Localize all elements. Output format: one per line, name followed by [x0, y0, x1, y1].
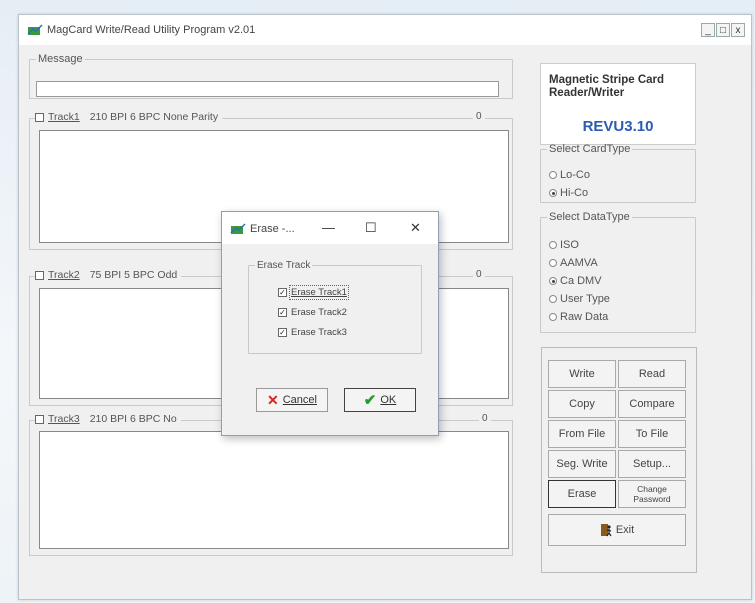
radio-user-type[interactable]: User Type — [549, 293, 610, 305]
track1-label: Track1 — [48, 111, 80, 123]
version-label: REVU3.10 — [582, 118, 654, 135]
dialog-title: Erase -... — [250, 223, 295, 235]
track3-data-area[interactable] — [39, 431, 509, 549]
title-bar: MagCard Write/Read Utility Program v2.01… — [19, 15, 751, 45]
radio-aamva[interactable]: AAMVA — [549, 257, 598, 269]
track1-header: Track1 210 BPI 6 BPC None Parity — [35, 111, 223, 123]
ok-check-icon: ✔ — [363, 392, 377, 409]
radio-iso[interactable]: ISO — [549, 239, 579, 251]
erase-track1-label: Erase Track1 — [289, 285, 349, 300]
track2-checkbox[interactable] — [35, 270, 44, 280]
track3-header: Track3 210 BPI 6 BPC No — [35, 413, 181, 425]
radio-label: Lo-Co — [560, 169, 590, 181]
erase-track3-label: Erase Track3 — [291, 327, 347, 338]
card-type-legend: Select CardType — [549, 143, 631, 155]
track2-count: 0 — [473, 269, 485, 280]
data-type-legend: Select DataType — [549, 211, 630, 223]
checkmark-icon: ✓ — [278, 308, 287, 317]
exit-button[interactable]: Exit — [548, 514, 686, 546]
erase-track2-label: Erase Track2 — [291, 307, 347, 318]
exit-icon — [600, 524, 612, 537]
cancel-label: Cancel — [282, 394, 317, 406]
change-password-line1: Change — [637, 484, 667, 494]
data-type-group: Select DataType ISO AAMVA Ca DMV User Ty… — [540, 211, 696, 333]
radio-indicator — [549, 259, 557, 267]
erase-button[interactable]: Erase — [548, 480, 616, 508]
radio-indicator — [549, 171, 557, 179]
track2-header: Track2 75 BPI 5 BPC Odd — [35, 269, 182, 281]
radio-hi-co[interactable]: Hi-Co — [549, 187, 588, 199]
dialog-close-button[interactable]: ✕ — [410, 220, 421, 236]
track2-spec: 75 BPI 5 BPC Odd — [89, 269, 178, 281]
checkmark-icon: ✓ — [278, 288, 287, 297]
maximize-button[interactable]: □ — [716, 23, 730, 37]
radio-label: Ca DMV — [560, 275, 602, 287]
change-password-line2: Password — [633, 494, 671, 504]
track3-count: 0 — [479, 413, 491, 424]
radio-ca-dmv[interactable]: Ca DMV — [549, 275, 602, 287]
radio-indicator — [549, 313, 557, 321]
brand-title-line1: Magnetic Stripe Card — [549, 74, 665, 86]
radio-raw-data[interactable]: Raw Data — [549, 311, 608, 323]
ok-label: OK — [380, 394, 397, 406]
dialog-minimize-button[interactable]: — — [322, 220, 335, 235]
card-type-group: Select CardType Lo-Co Hi-Co — [540, 143, 696, 203]
cancel-x-icon: ✕ — [267, 391, 279, 408]
dialog-maximize-button[interactable]: ☐ — [365, 220, 377, 236]
radio-indicator — [549, 277, 557, 285]
cancel-button[interactable]: ✕ Cancel — [256, 388, 328, 412]
to-file-button[interactable]: To File — [618, 420, 686, 448]
setup-button[interactable]: Setup... — [618, 450, 686, 478]
radio-label: ISO — [560, 239, 579, 251]
change-password-button[interactable]: Change Password — [618, 480, 686, 508]
erase-dialog: Erase -... — ☐ ✕ Erase Track ✓ Erase Tra… — [221, 211, 439, 436]
track3-label: Track3 — [48, 413, 80, 425]
message-field[interactable] — [36, 81, 499, 97]
track3-checkbox[interactable] — [35, 414, 44, 424]
radio-label: Hi-Co — [560, 187, 589, 199]
action-button-panel: Write Read Copy Compare From File To Fil… — [541, 347, 697, 573]
erase-track1-checkbox[interactable]: ✓ Erase Track1 — [278, 285, 349, 300]
dialog-title-bar: Erase -... — ☐ ✕ — [222, 212, 438, 244]
app-icon — [27, 24, 43, 35]
dialog-app-icon — [230, 223, 246, 234]
from-file-button[interactable]: From File — [548, 420, 616, 448]
radio-label: AAMVA — [560, 257, 598, 269]
window-title: MagCard Write/Read Utility Program v2.01 — [47, 24, 256, 36]
message-legend: Message — [38, 53, 83, 65]
minimize-button[interactable]: _ — [701, 23, 715, 37]
track1-checkbox[interactable] — [35, 112, 44, 122]
close-button[interactable]: x — [731, 23, 745, 37]
brand-title: Magnetic Stripe Card Reader/Writer — [549, 74, 664, 100]
track3-spec: 210 BPI 6 BPC No — [89, 413, 177, 425]
radio-indicator — [549, 241, 557, 249]
read-button[interactable]: Read — [618, 360, 686, 388]
erase-track-legend: Erase Track — [257, 260, 311, 271]
erase-track2-checkbox[interactable]: ✓ Erase Track2 — [278, 307, 347, 318]
seg-write-button[interactable]: Seg. Write — [548, 450, 616, 478]
message-group: Message — [29, 53, 513, 99]
radio-indicator — [549, 189, 557, 197]
radio-lo-co[interactable]: Lo-Co — [549, 169, 590, 181]
copy-button[interactable]: Copy — [548, 390, 616, 418]
write-button[interactable]: Write — [548, 360, 616, 388]
exit-label: Exit — [615, 524, 635, 536]
radio-label: Raw Data — [560, 311, 609, 323]
track1-spec: 210 BPI 6 BPC None Parity — [89, 111, 219, 123]
compare-button[interactable]: Compare — [618, 390, 686, 418]
brand-title-line2: Reader/Writer — [549, 87, 625, 99]
erase-track3-checkbox[interactable]: ✓ Erase Track3 — [278, 327, 347, 338]
radio-indicator — [549, 295, 557, 303]
track1-count: 0 — [473, 111, 485, 122]
track2-label: Track2 — [48, 269, 80, 281]
radio-label: User Type — [560, 293, 610, 305]
ok-button[interactable]: ✔ OK — [344, 388, 416, 412]
brand-box: Magnetic Stripe Card Reader/Writer REVU3… — [540, 63, 696, 145]
checkmark-icon: ✓ — [278, 328, 287, 337]
